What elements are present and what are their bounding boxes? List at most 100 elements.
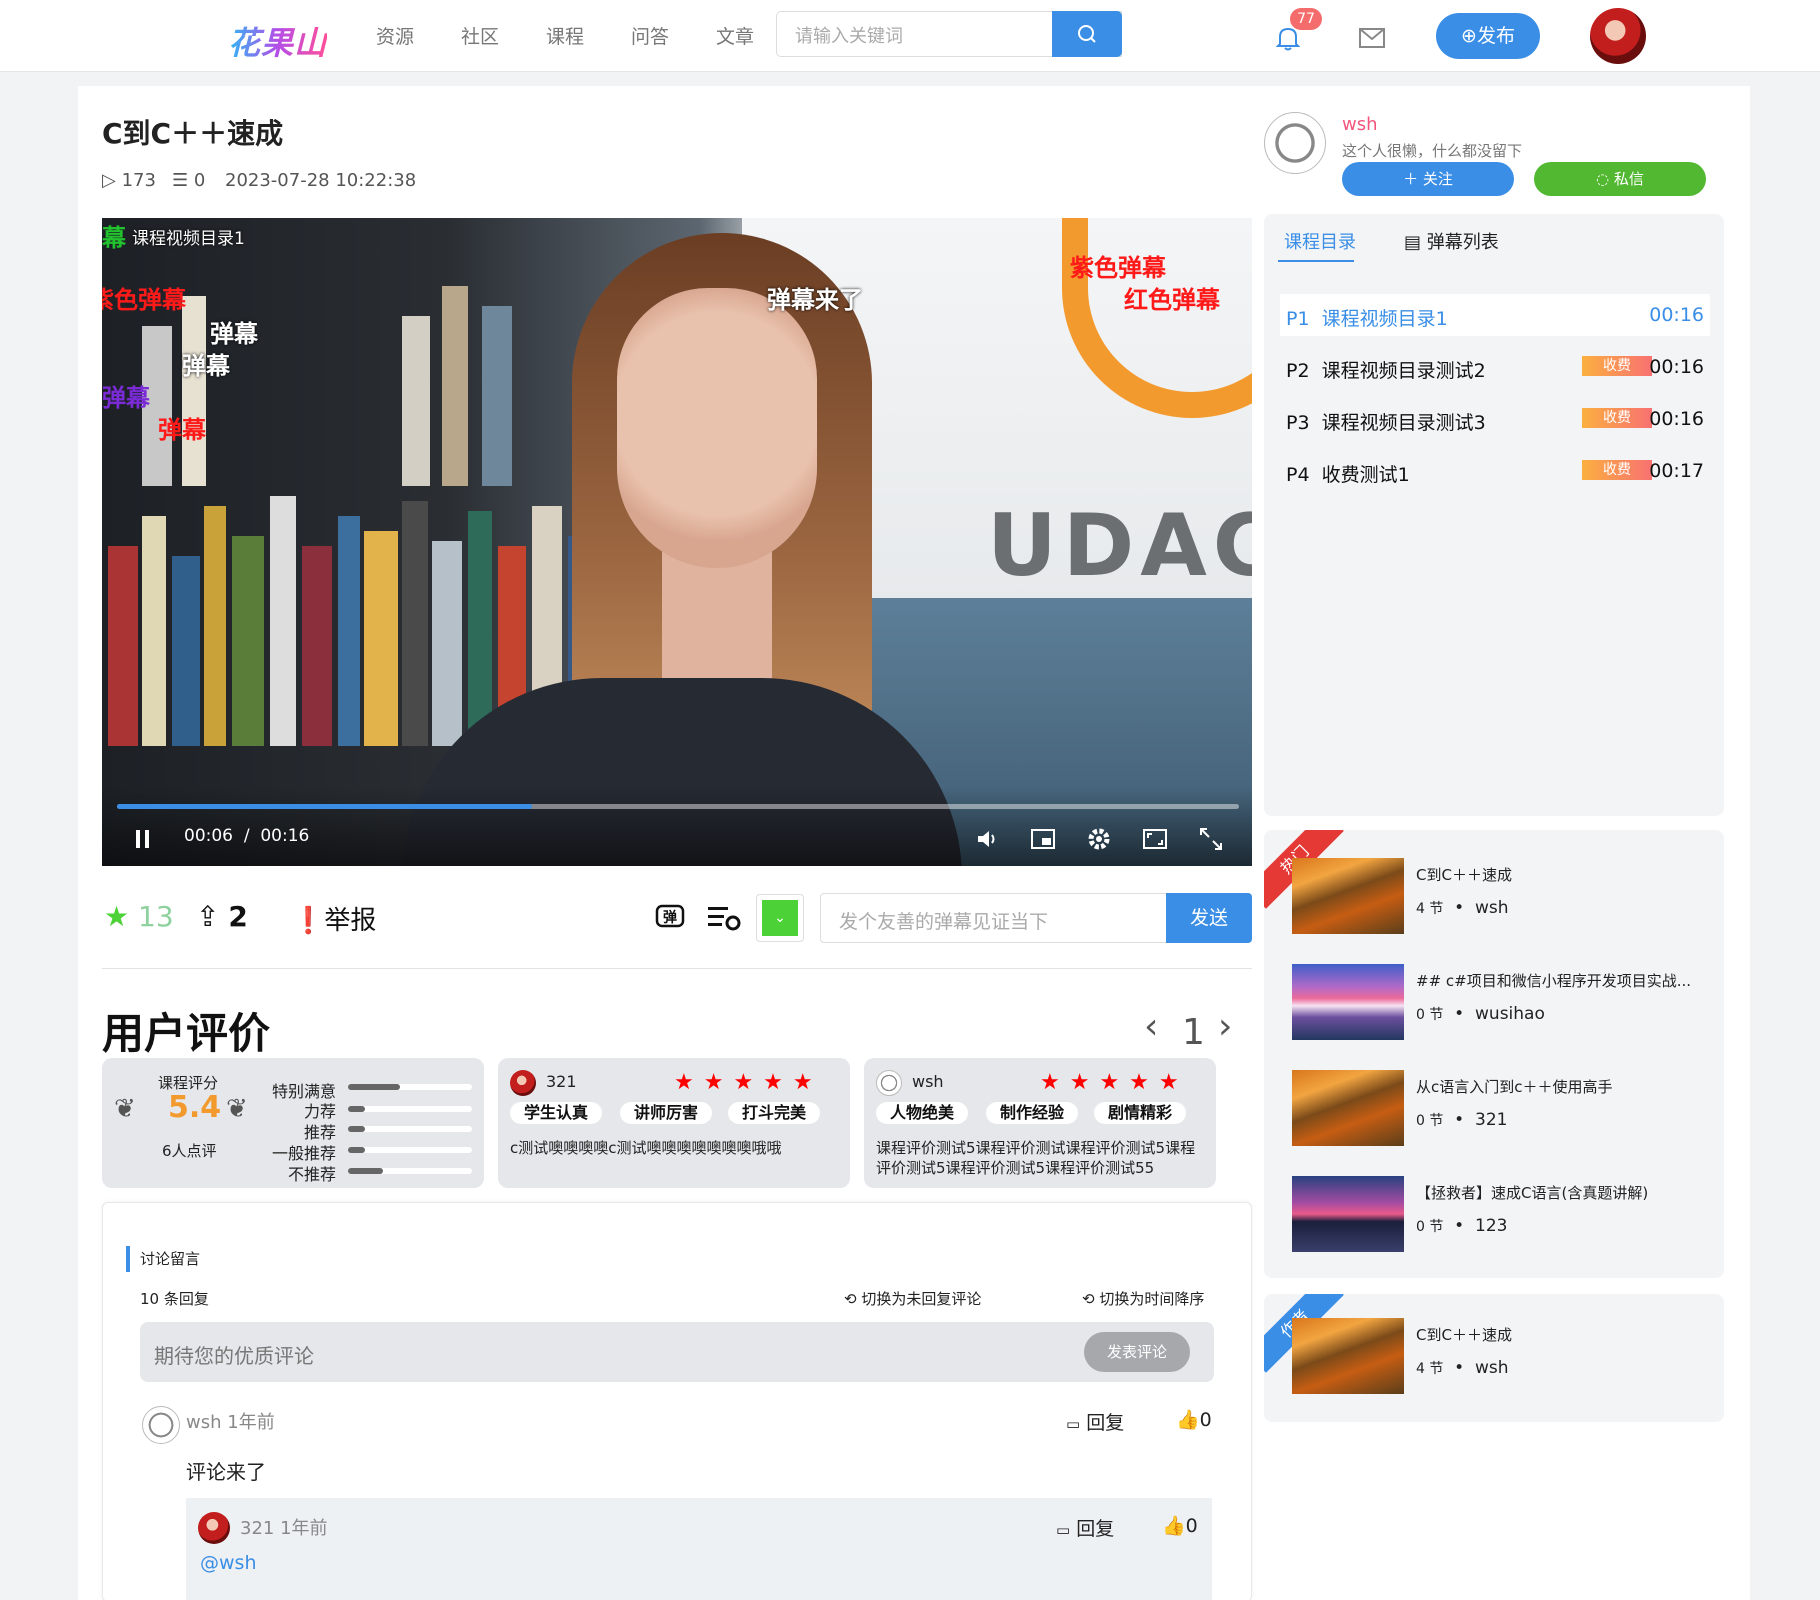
current-time: 00:06 [184,826,233,846]
message-button[interactable]: ◌ 私信 [1534,162,1706,196]
share-count: 2 [228,900,248,933]
nav-resources[interactable]: 资源 [376,22,414,49]
lesson-count: 0 节 [1416,1219,1444,1235]
post-comment-button[interactable]: 发表评论 [1084,1332,1190,1372]
mention-link[interactable]: @wsh [200,1552,256,1574]
course-thumbnail[interactable] [1292,1176,1404,1252]
document-icon: ▤ [1404,232,1422,253]
author-avatar[interactable] [1264,112,1326,174]
comment-count-value: 0 [193,170,206,191]
toggle-unreplied-label: 切换为未回复评论 [861,1290,982,1308]
episode-code: P2 [1286,360,1310,382]
hot-course-info: 0 节 • wusihao [1416,1004,1545,1024]
toggle-time-button[interactable]: ⟲ 切换为时间降序 [1082,1288,1204,1309]
prev-page-icon[interactable]: ‹ [1144,1006,1158,1047]
follow-label: 关注 [1422,170,1453,188]
video-overlay-title: 课程视频目录1 [132,229,245,249]
view-count-value: 173 [121,170,156,191]
reply-label: 回复 [1076,1518,1115,1540]
avatar [510,1070,536,1096]
author-course-title[interactable]: C到C＋＋速成 [1416,1324,1512,1345]
episode-item[interactable]: P2 课程视频目录测试2 收费 00:16 [1280,346,1710,388]
review-text: 课程评价测试5课程评价测试课程评价测试5课程评价测试5课程评价测试5课程评价测试… [876,1139,1196,1177]
episode-item[interactable]: P3 课程视频目录测试3 收费 00:16 [1280,398,1710,440]
hot-course-title[interactable]: 【拯救者】速成C语言(含真题讲解) [1416,1182,1648,1203]
widescreen-icon[interactable] [1142,826,1168,852]
reply-button[interactable]: ▭ 回复 [1066,1408,1124,1435]
section-marker [126,1246,130,1272]
send-danmaku-button[interactable]: 发送 [1166,893,1252,943]
comment-input[interactable]: 期待您的优质评论 [140,1322,1214,1382]
author-courses-panel: 作者 C到C＋＋速成 4 节 • wsh [1264,1294,1724,1422]
video-progress-bar[interactable] [117,804,1239,809]
user-avatar[interactable] [1590,8,1646,64]
danmaku-input[interactable]: 发个友善的弹幕见证当下 [820,893,1168,943]
avatar [142,1406,180,1444]
hot-course-title[interactable]: C到C＋＋速成 [1416,864,1512,885]
episode-duration: 00:16 [1649,356,1704,378]
search-button[interactable] [1052,11,1122,57]
follow-button[interactable]: ＋ 关注 [1342,162,1514,196]
video-player[interactable]: UDAC 课程视频目录1 幕 紫色弹幕 红色弹幕 弹幕来了 紫色弹幕 弹幕 弹幕… [102,218,1252,866]
plus-circle-icon: ⊕ [1461,25,1477,47]
nav-courses[interactable]: 课程 [546,22,584,49]
like-button[interactable]: 👍0 [1162,1514,1198,1537]
episode-title: 收费测试1 [1321,464,1410,486]
episode-title: 课程视频目录1 [1321,308,1448,330]
danmaku-color-picker[interactable]: ⌄ [756,894,804,942]
next-page-icon[interactable]: › [1218,1006,1232,1047]
like-count: 0 [1185,1515,1198,1537]
chat-icon: ◌ [1596,170,1610,188]
toggle-unreplied-button[interactable]: ⟲ 切换为未回复评论 [844,1288,981,1309]
author-name[interactable]: wsh [1342,114,1378,135]
play-count-icon: ▷ [102,170,116,191]
pause-icon[interactable] [130,826,156,852]
report-button[interactable]: ❗举报 [292,900,376,937]
nav-community[interactable]: 社区 [461,22,499,49]
fee-badge: 收费 [1582,356,1652,376]
episode-duration: 00:16 [1649,304,1704,326]
publish-button[interactable]: ⊕发布 [1436,13,1540,59]
review-tag: 讲师厉害 [620,1102,713,1124]
review-tag: 学生认真 [510,1102,603,1124]
review-user: 321 [546,1072,577,1091]
nav-articles[interactable]: 文章 [716,22,754,49]
fullscreen-icon[interactable] [1198,826,1224,852]
bar-label: 不推荐 [287,1165,336,1184]
star-count: 13 [138,900,174,933]
tab-underline [1278,260,1354,262]
like-button[interactable]: 👍0 [1176,1408,1212,1431]
reply-button[interactable]: ▭ 回复 [1056,1514,1114,1541]
volume-icon[interactable] [974,826,1000,852]
danmaku-item: 幕 [102,224,126,252]
site-logo[interactable]: 花果山 [228,18,327,64]
review-text: c测试噢噢噢噢c测试噢噢噢噢噢噢噢哦哦 [510,1139,782,1157]
settings-gear-icon[interactable] [1086,826,1112,852]
hot-course-title[interactable]: ## c#项目和微信小程序开发项目实战... [1416,970,1691,991]
thumbs-up-icon: 👍 [1162,1515,1186,1537]
nav-qa[interactable]: 问答 [631,22,669,49]
fee-badge: 收费 [1582,408,1652,428]
picture-in-picture-icon[interactable] [1030,826,1056,852]
danmaku-settings-icon[interactable] [706,901,742,933]
tab-catalog[interactable]: 课程目录 [1284,228,1356,254]
episode-item[interactable]: P4 收费测试1 收费 00:17 [1280,450,1710,492]
tab-danmaku-list[interactable]: ▤ 弹幕列表 [1404,228,1499,254]
star-button[interactable]: ★ 13 [104,900,174,933]
time-separator: / [243,826,250,846]
course-thumbnail[interactable] [1292,964,1404,1040]
video-time: 00:06 / 00:16 [184,826,309,846]
alert-icon: ❗ [292,906,325,936]
danmaku-toggle-icon[interactable]: 弹 [654,901,686,933]
course-thumbnail[interactable] [1292,1318,1404,1394]
hot-course-title[interactable]: 从c语言入门到c＋＋使用高手 [1416,1076,1613,1097]
svg-text:弹: 弹 [663,909,677,926]
share-button[interactable]: ⇪ 2 [196,900,248,933]
episode-duration: 00:17 [1649,460,1704,482]
episode-item[interactable]: P1 课程视频目录1 00:16 [1280,294,1710,336]
mail-icon[interactable] [1358,26,1386,50]
author-course-info: 4 节 • wsh [1416,1358,1509,1378]
course-thumbnail[interactable] [1292,1070,1404,1146]
hot-course-info: 0 节 • 321 [1416,1110,1508,1130]
course-thumbnail[interactable] [1292,858,1404,934]
